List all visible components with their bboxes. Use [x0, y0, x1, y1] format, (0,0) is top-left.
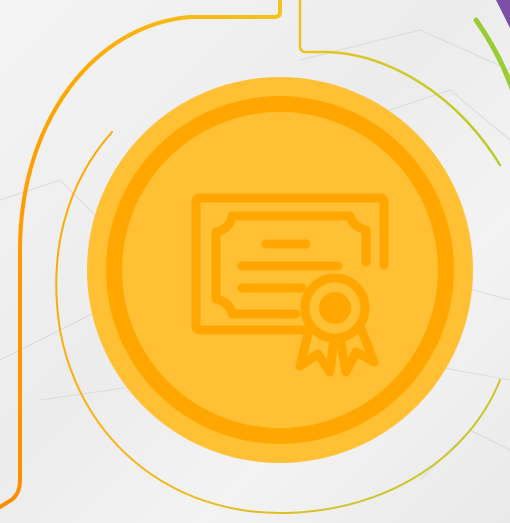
infographic-canvas [0, 0, 510, 523]
green-arc [473, 17, 510, 91]
infographic-scene [0, 0, 510, 515]
seal-medal [300, 273, 370, 343]
purple-corner [496, 0, 510, 28]
